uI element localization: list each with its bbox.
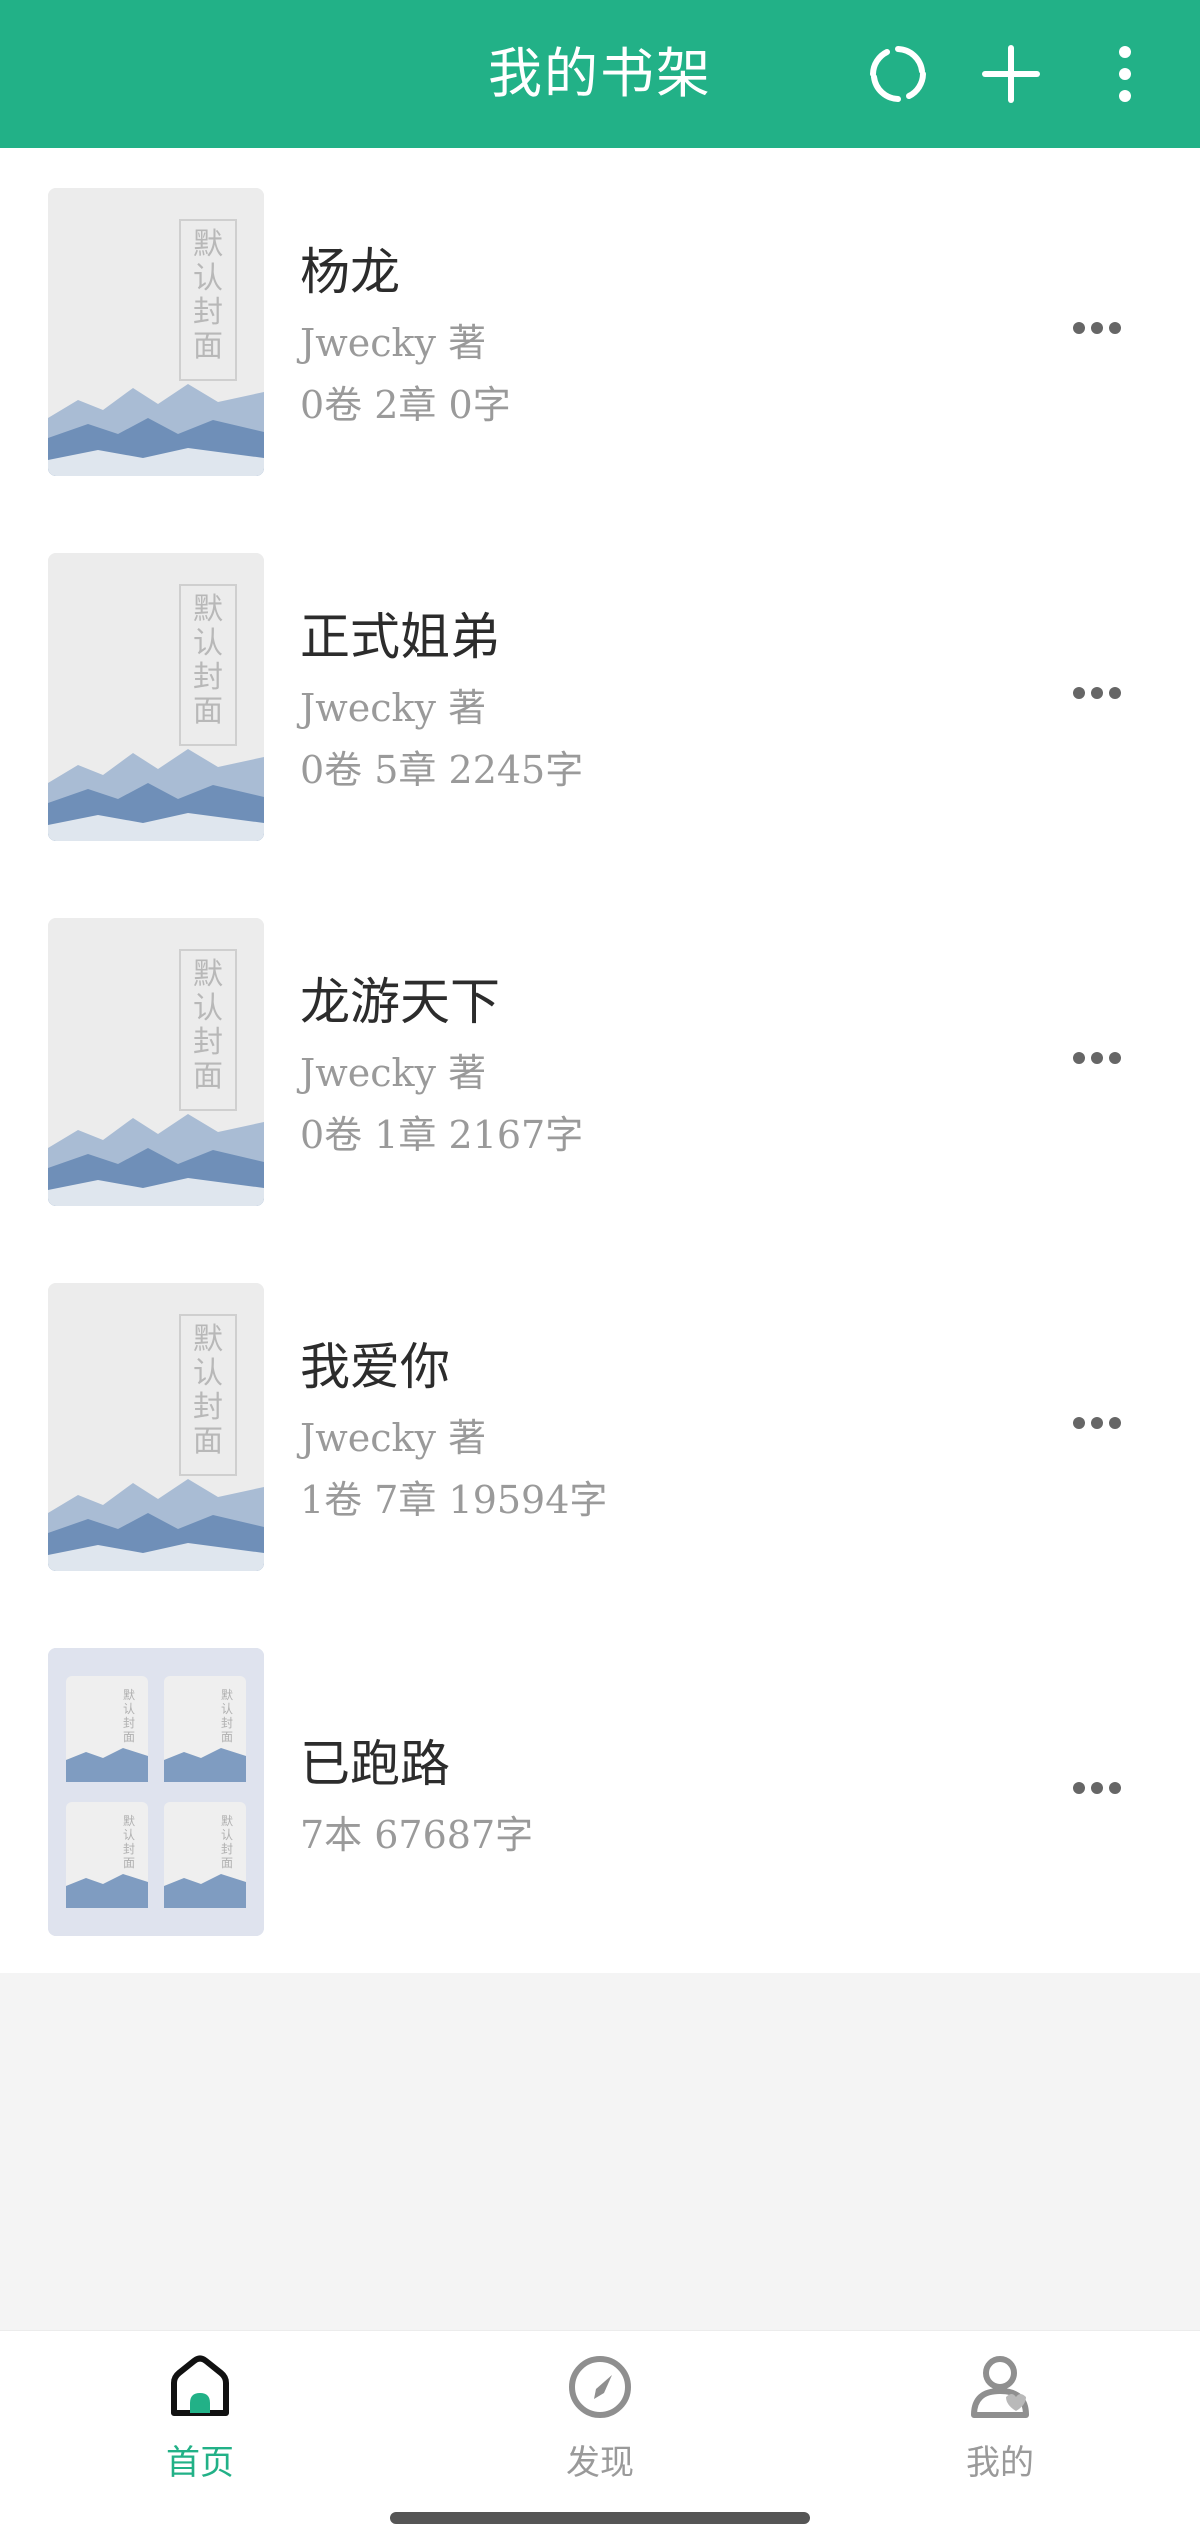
- book-stats: 0卷 2章 0字: [300, 383, 511, 427]
- book-cover: 默认封面: [48, 1283, 264, 1571]
- book-item[interactable]: 默认封面 正式姐弟 Jwecky 著 0卷 5章 2245字: [0, 513, 1200, 878]
- book-more-button[interactable]: [1042, 1018, 1152, 1098]
- book-cover: 默认封面: [48, 553, 264, 841]
- more-horizontal-icon: [1073, 1417, 1121, 1429]
- book-title: 杨龙: [300, 243, 400, 301]
- book-item[interactable]: 默认封面 我爱你 Jwecky 著 1卷 7章 19594字: [0, 1243, 1200, 1608]
- add-book-button[interactable]: [966, 29, 1056, 119]
- book-item[interactable]: 默认封面 龙游天下 Jwecky 著 0卷 1章 2167字: [0, 878, 1200, 1243]
- more-horizontal-icon: [1073, 1782, 1121, 1794]
- cover-text: 默认封面: [220, 1688, 233, 1744]
- book-author: Jwecky 著: [300, 686, 487, 730]
- book-list: 默认封面 杨龙 Jwecky 著 0卷 2章 0字 默认封面 正式姐弟 Jwec…: [0, 148, 1200, 1973]
- nav-label: 首页: [166, 2443, 234, 2483]
- book-title: 我爱你: [300, 1338, 450, 1396]
- cover-text: 默认封面: [193, 592, 223, 729]
- top-app-bar: 我的书架: [0, 0, 1200, 148]
- book-author: Jwecky 著: [300, 1416, 487, 1460]
- compass-icon: [569, 2356, 631, 2418]
- more-horizontal-icon: [1073, 1052, 1121, 1064]
- book-info: 我爱你 Jwecky 著 1卷 7章 19594字: [300, 1243, 1020, 1608]
- home-indicator-bar: [390, 2512, 810, 2524]
- more-horizontal-icon: [1073, 322, 1121, 334]
- group-more-button[interactable]: [1042, 1748, 1152, 1828]
- group-title: 已跑路: [300, 1735, 450, 1793]
- book-info: 杨龙 Jwecky 著 0卷 2章 0字: [300, 148, 1020, 513]
- book-cover: 默认封面: [48, 188, 264, 476]
- book-info: 龙游天下 Jwecky 著 0卷 1章 2167字: [300, 878, 1020, 1243]
- book-more-button[interactable]: [1042, 653, 1152, 733]
- book-stats: 0卷 1章 2167字: [300, 1113, 584, 1157]
- nav-label: 发现: [566, 2443, 634, 2483]
- book-more-button[interactable]: [1042, 288, 1152, 368]
- more-vertical-icon: [1119, 46, 1131, 102]
- cover-text: 默认封面: [193, 957, 223, 1094]
- cover-text: 默认封面: [122, 1814, 135, 1870]
- book-cover: 默认封面: [48, 918, 264, 1206]
- group-info: 已跑路 7本 67687字: [300, 1608, 1020, 1973]
- group-cover: 默认封面 默认封面 默认封面 默认封面: [48, 1648, 264, 1936]
- book-item[interactable]: 默认封面 杨龙 Jwecky 著 0卷 2章 0字: [0, 148, 1200, 513]
- home-icon: [171, 2355, 229, 2416]
- cover-text: 默认封面: [193, 1322, 223, 1459]
- overflow-menu-button[interactable]: [1080, 29, 1170, 119]
- book-info: 正式姐弟 Jwecky 著 0卷 5章 2245字: [300, 513, 1020, 878]
- nav-item-home[interactable]: 首页: [0, 2331, 400, 2501]
- nav-label: 我的: [966, 2443, 1034, 2483]
- more-horizontal-icon: [1073, 687, 1121, 699]
- cover-text: 默认封面: [220, 1814, 233, 1870]
- book-stats: 0卷 5章 2245字: [300, 748, 584, 792]
- add-icon: [982, 45, 1040, 103]
- book-group-item[interactable]: 默认封面 默认封面 默认封面 默认封面 已跑路 7本 67687字: [0, 1608, 1200, 1973]
- refresh-button[interactable]: [853, 29, 943, 119]
- user-icon: [971, 2356, 1029, 2418]
- group-stats: 7本 67687字: [300, 1813, 534, 1857]
- book-stats: 1卷 7章 19594字: [300, 1478, 608, 1522]
- nav-item-discover[interactable]: 发现: [400, 2331, 800, 2501]
- book-author: Jwecky 著: [300, 321, 487, 365]
- book-title: 龙游天下: [300, 973, 500, 1031]
- book-author: Jwecky 著: [300, 1051, 487, 1095]
- refresh-icon: [870, 46, 926, 102]
- cover-text: 默认封面: [193, 227, 223, 364]
- nav-item-mine[interactable]: 我的: [800, 2331, 1200, 2501]
- bookshelf-app: 我的书架 默认封面 杨龙 Jwecky 著 0卷 2章 0字 默认封面 正式姐弟…: [0, 0, 1200, 2546]
- book-more-button[interactable]: [1042, 1383, 1152, 1463]
- book-title: 正式姐弟: [300, 608, 500, 666]
- cover-text: 默认封面: [122, 1688, 135, 1744]
